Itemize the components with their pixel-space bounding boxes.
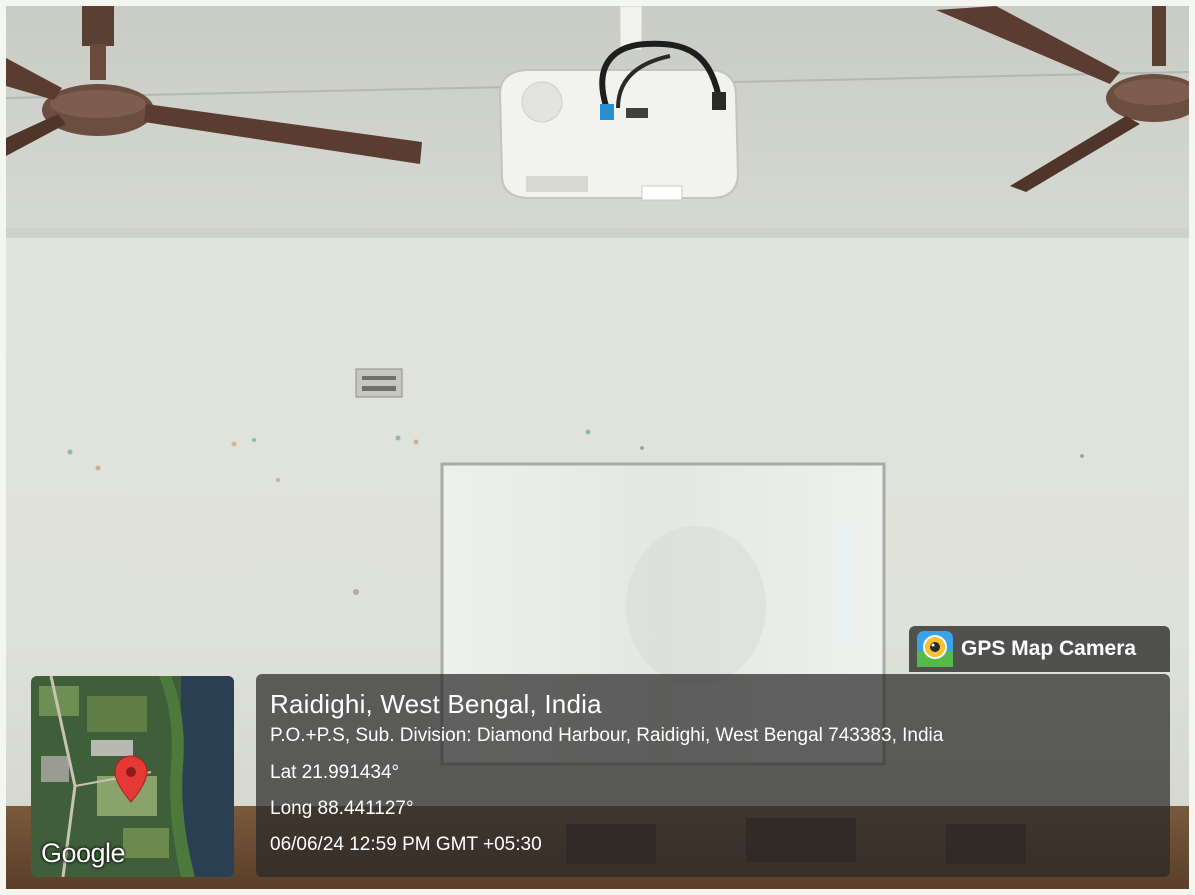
full-address: P.O.+P.S, Sub. Division: Diamond Harbour…: [270, 725, 944, 746]
switch-plate: [355, 368, 403, 398]
google-logo: Google: [41, 838, 126, 868]
gps-map-camera-app-icon: [917, 631, 953, 667]
longitude: Long 88.441127°: [270, 798, 414, 819]
place-name: Raidighi, West Bengal, India: [270, 689, 602, 719]
gps-map-camera-badge: GPS Map Camera: [909, 626, 1170, 672]
badge-label: GPS Map Camera: [961, 637, 1137, 660]
latitude: Lat 21.991434°: [270, 762, 400, 783]
map-thumbnail[interactable]: Google: [31, 676, 234, 877]
location-info-panel: Raidighi, West Bengal, India P.O.+P.S, S…: [256, 674, 1170, 877]
timestamp: 06/06/24 12:59 PM GMT +05:30: [270, 834, 542, 855]
photo-frame: Google GPS Map Camera Raidighi, West Ben…: [6, 6, 1189, 889]
